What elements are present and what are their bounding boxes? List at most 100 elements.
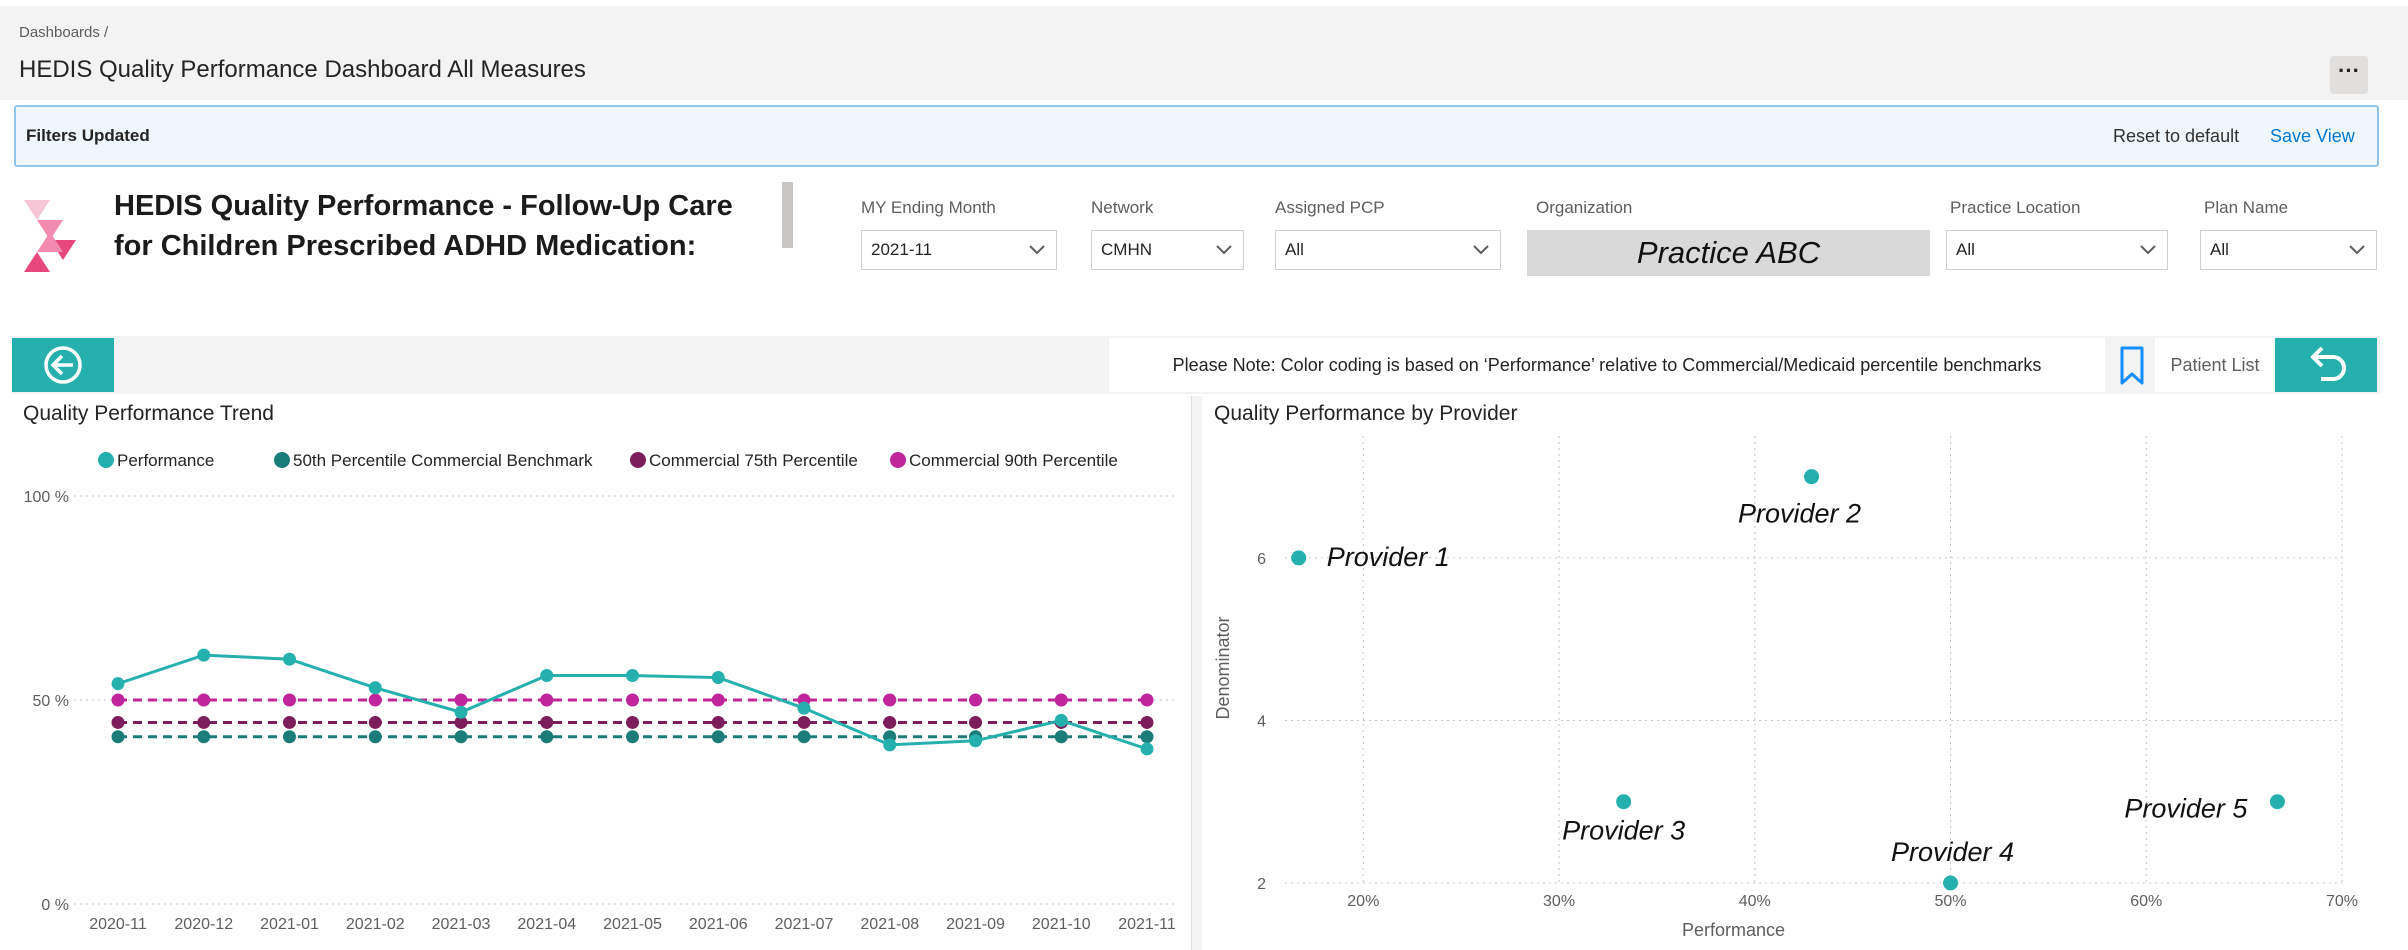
data-point (197, 715, 211, 729)
x-tick-label: 30% (1543, 893, 1575, 910)
data-point (368, 681, 382, 695)
data-point (883, 738, 897, 752)
slicer-plan-label: Plan Name (2204, 198, 2289, 217)
legend-marker (630, 452, 646, 468)
slicer-pcp-value: All (1285, 240, 1304, 259)
slicer-month-dropdown[interactable]: 2021-11 (861, 230, 1057, 270)
x-tick-label: 2021-10 (1032, 916, 1091, 933)
x-tick-label: 2020-11 (89, 916, 147, 933)
x-tick-label: 2021-08 (860, 916, 919, 933)
x-axis-title: Performance (1682, 920, 1785, 940)
data-point (883, 715, 897, 729)
data-point (797, 701, 811, 715)
chevron-down-icon (1216, 245, 1232, 255)
data-point (797, 715, 811, 729)
slicer-plan: Plan Name All (2200, 198, 2377, 270)
provider-point (1804, 469, 1820, 485)
provider-label: Provider 5 (2124, 794, 2248, 824)
x-tick-label: 2021-07 (775, 916, 834, 933)
x-tick-label: 2021-03 (432, 916, 491, 933)
data-point (1140, 742, 1154, 756)
data-point (711, 730, 725, 744)
x-tick-label: 70% (2326, 893, 2358, 910)
slicer-network-value: CMHN (1101, 240, 1152, 259)
slicer-pcp: Assigned PCP All (1275, 198, 1501, 270)
data-point (283, 693, 296, 707)
slicer-plan-dropdown[interactable]: All (2200, 230, 2377, 270)
back-button[interactable] (12, 338, 114, 392)
provider-label: Provider 3 (1562, 816, 1685, 846)
x-tick-label: 2021-11 (1118, 916, 1176, 933)
provider-point (1943, 875, 1959, 891)
x-tick-label: 40% (1739, 893, 1771, 910)
data-point (711, 715, 725, 729)
legend-label: Performance (117, 451, 214, 470)
data-point (626, 669, 639, 683)
breadcrumb[interactable]: Dashboards / (19, 24, 108, 41)
provider-point (1291, 550, 1307, 566)
chevron-down-icon (2349, 245, 2365, 255)
x-tick-label: 2021-06 (689, 916, 748, 933)
data-point (1140, 715, 1154, 729)
slicer-network: Network CMHN (1091, 198, 1244, 270)
provider-label: Provider 2 (1738, 499, 1861, 529)
slicer-network-dropdown[interactable]: CMHN (1091, 230, 1244, 270)
reset-to-default-button[interactable]: Reset to default (2113, 126, 2239, 147)
panel-divider (1192, 396, 1202, 950)
provider-point (1616, 794, 1632, 810)
slicer-location-value: All (1956, 240, 1975, 259)
data-point (197, 648, 211, 662)
arrow-left-circle-icon (44, 346, 82, 384)
slicer-pcp-dropdown[interactable]: All (1275, 230, 1501, 270)
title-scrollbar[interactable] (782, 182, 793, 248)
x-tick-label: 2021-09 (946, 916, 1005, 933)
data-point (368, 730, 382, 744)
organization-value[interactable]: Practice ABC (1527, 230, 1930, 276)
data-point (969, 693, 982, 707)
data-point (711, 693, 725, 707)
x-tick-label: 2021-01 (260, 916, 319, 933)
logo-icon (24, 200, 76, 272)
undo-icon (2310, 346, 2346, 381)
y-tick-label: 6 (1257, 551, 1266, 568)
x-tick-label: 60% (2130, 893, 2162, 910)
x-tick-label: 2021-04 (517, 916, 576, 933)
legend-label: Commercial 90th Percentile (909, 451, 1118, 470)
data-point (1140, 730, 1154, 744)
bookmark-icon[interactable] (2118, 346, 2146, 386)
color-coding-note: Please Note: Color coding is based on ‘P… (1109, 338, 2105, 392)
legend-marker (98, 452, 114, 468)
data-point (283, 730, 296, 744)
data-point (111, 715, 125, 729)
patient-list-button[interactable]: Patient List (2155, 338, 2275, 392)
data-point (797, 730, 811, 744)
data-point (368, 715, 382, 729)
data-point (283, 652, 296, 666)
data-point (969, 734, 982, 748)
data-point (540, 693, 554, 707)
filters-updated-label: Filters Updated (26, 126, 150, 145)
filter-notification-bar: Filters Updated Reset to default Save Vi… (14, 105, 2379, 167)
data-point (1054, 713, 1068, 727)
undo-button[interactable] (2275, 338, 2377, 392)
data-point (626, 693, 639, 707)
data-point (540, 715, 554, 729)
legend-label: 50th Percentile Commercial Benchmark (293, 451, 593, 470)
save-view-button[interactable]: Save View (2270, 126, 2355, 147)
more-icon[interactable]: ··· (2330, 56, 2368, 94)
slicer-network-label: Network (1091, 198, 1154, 217)
chevron-down-icon (2140, 245, 2156, 255)
data-point (1054, 730, 1068, 744)
data-point (454, 730, 468, 744)
y-tick-label: 4 (1257, 713, 1266, 730)
data-point (283, 715, 296, 729)
slicer-location-dropdown[interactable]: All (1946, 230, 2168, 270)
x-tick-label: 2021-02 (346, 916, 405, 933)
provider-label: Provider 1 (1327, 542, 1450, 572)
provider-chart-panel: Quality Performance by Provider 20% 30% 40… (1202, 396, 2380, 950)
slicer-month: MY Ending Month 2021-11 (861, 198, 1057, 270)
data-point (1054, 693, 1068, 707)
legend-label: Commercial 75th Percentile (649, 451, 858, 470)
slicer-plan-value: All (2210, 240, 2229, 259)
trend-chart: 0 % 50 % 100 % 2020-11 2020-12 2021-01 2021-02… (24, 451, 1177, 933)
